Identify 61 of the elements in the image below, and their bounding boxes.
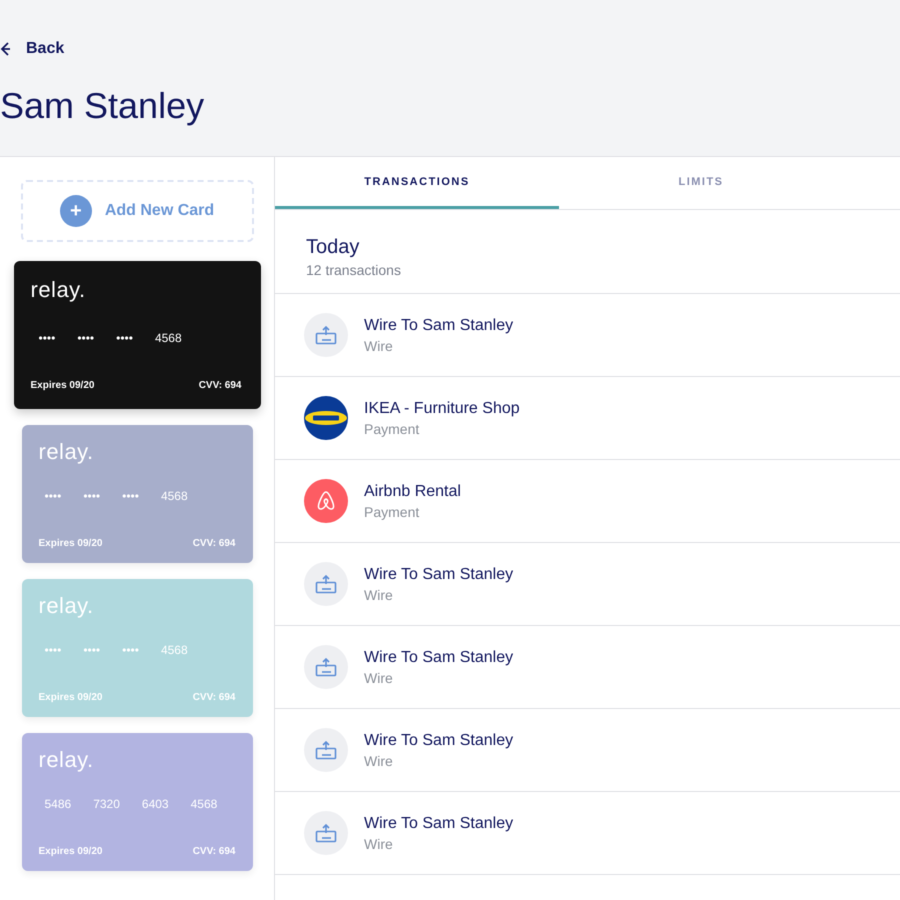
card-number-group: 4568 [160, 489, 188, 503]
upload-tray-icon [304, 811, 348, 855]
card-number-group: •••• [83, 643, 100, 657]
oval-logo-icon [304, 396, 348, 440]
page-title: Sam Stanley [0, 86, 204, 126]
upload-tray-icon [304, 313, 348, 357]
card-number-group: •••• [116, 331, 133, 345]
card-number-group: •••• [83, 489, 100, 503]
back-link[interactable]: Back [0, 38, 64, 60]
add-card-button[interactable]: + Add New Card [20, 180, 254, 242]
card-brand: relay. [38, 747, 94, 773]
card-expiry: Expires 09/20 [30, 380, 94, 391]
card-number-group: •••• [44, 489, 62, 503]
card-number-group: 5486 [44, 797, 72, 811]
card-number-group: •••• [77, 331, 94, 345]
payment-card[interactable]: relay. 5486 7320 6403 4568 Expires 09/20 CVV: 694 [22, 733, 252, 871]
upload-tray-icon [304, 728, 348, 772]
transaction-type: Wire [364, 836, 393, 852]
card-number-group: •••• [38, 331, 56, 345]
transaction-type: Wire [364, 670, 393, 686]
card-brand: relay. [30, 277, 86, 303]
back-arrow-icon [0, 42, 10, 56]
card-cvv: CVV: 694 [192, 846, 236, 857]
transaction-type: Wire [364, 338, 393, 354]
group-title: Today [306, 236, 360, 259]
transaction-type: Wire [364, 586, 393, 602]
loop-logo-icon [304, 479, 348, 523]
card-expiry: Expires 09/20 [38, 692, 102, 703]
transaction-name: Wire To Sam Stanley [364, 648, 514, 666]
tab[interactable]: TRANSACTIONS [275, 157, 559, 209]
card-number-group: •••• [44, 643, 62, 657]
transaction-name: Wire To Sam Stanley [364, 566, 514, 584]
card-brand: relay. [38, 593, 94, 619]
transaction-count: 12 transactions [306, 262, 401, 278]
card-number-group: 4568 [154, 331, 182, 345]
card-number-group: •••• [122, 643, 139, 657]
transaction-type: Payment [364, 504, 420, 520]
plus-icon: + [60, 195, 92, 227]
card-expiry: Expires 09/20 [38, 846, 102, 857]
card-number-group: 7320 [93, 797, 120, 811]
transaction-type: Wire [364, 752, 393, 768]
card-number-group: •••• [122, 489, 139, 503]
transaction-name: Wire To Sam Stanley [364, 316, 514, 334]
card-cvv: CVV: 694 [192, 538, 236, 549]
upload-tray-icon [304, 645, 348, 689]
payment-card[interactable]: relay. •••• •••• •••• 4568 Expires 09/20 CVV: 694 [14, 261, 260, 409]
transaction-name: Airbnb Rental [364, 482, 461, 500]
card-cvv: CVV: 694 [198, 380, 242, 391]
card-brand: relay. [38, 439, 94, 465]
transaction-name: Wire To Sam Stanley [364, 814, 514, 832]
payment-card[interactable]: relay. •••• •••• •••• 4568 Expires 09/20 CVV: 694 [22, 425, 252, 563]
tab[interactable]: LIMITS [559, 157, 843, 209]
upload-tray-icon [304, 562, 348, 606]
card-expiry: Expires 09/20 [38, 538, 102, 549]
card-cvv: CVV: 694 [192, 692, 236, 703]
card-number-group: 4568 [190, 797, 218, 811]
transaction-name: IKEA - Furniture Shop [364, 400, 520, 418]
transaction-name: Wire To Sam Stanley [364, 732, 514, 750]
card-number-group: 6403 [142, 797, 169, 811]
card-number-group: 4568 [160, 643, 188, 657]
transaction-type: Payment [364, 420, 420, 436]
